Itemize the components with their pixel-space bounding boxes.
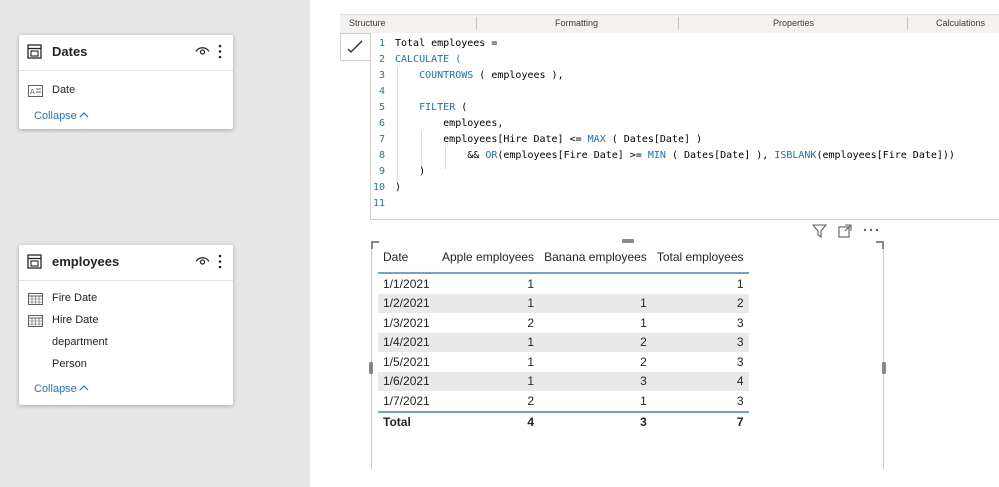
field-label: Hire Date <box>52 314 99 326</box>
collapse-link[interactable]: Collapse <box>19 106 233 128</box>
tab-calculations[interactable]: Calculations <box>936 18 985 28</box>
total-row: Total 4 3 7 <box>378 410 749 431</box>
code-colored: employees[Hire Date] <= MAX ( Dates[Date… <box>395 134 703 145</box>
more-options-icon[interactable] <box>217 253 223 270</box>
table-row: 1/1/2021 1 1 <box>383 276 744 291</box>
field-label: Person <box>52 358 87 370</box>
filter-icon[interactable] <box>812 224 827 238</box>
commit-button[interactable] <box>340 33 372 61</box>
table-name: employees <box>52 254 120 269</box>
field-row-person[interactable]: Person <box>19 354 233 376</box>
ribbon-divider <box>476 17 477 30</box>
calendar-icon <box>28 293 43 305</box>
ribbon-divider <box>907 17 908 30</box>
field-label: department <box>52 336 108 348</box>
code-line: 3 COUNTROWS ( employees ), <box>378 70 564 81</box>
code-line: 1 Total employees = <box>378 38 498 49</box>
table-row: 1/4/2021 1 2 3 <box>378 332 749 352</box>
field-label: Fire Date <box>52 292 98 304</box>
resize-corner[interactable] <box>876 241 884 249</box>
code-line: 7 employees[Hire Date] <= MAX ( Dates[Da… <box>378 134 703 145</box>
more-options-icon[interactable] <box>217 43 223 60</box>
code-colored: COUNTROWS ( employees ), <box>419 70 564 81</box>
column-header[interactable]: Date <box>378 242 437 274</box>
code-colored: FILTER ( <box>419 102 468 113</box>
field-row-department[interactable]: department <box>19 332 233 354</box>
table-card-employees[interactable]: employees Fire Date Hire Date department… <box>19 245 233 405</box>
more-options-icon[interactable] <box>863 224 879 238</box>
chevron-up-icon <box>79 112 89 118</box>
ribbon-divider <box>678 17 679 30</box>
table-row: 1/7/2021 2 1 3 <box>383 393 744 408</box>
code-line: 9 ) <box>378 166 426 177</box>
formula-editor[interactable]: 1 Total employees = 2 CALCULATE ( 3 COUN… <box>370 33 999 220</box>
code-line: 11 <box>372 198 385 209</box>
checkmark-icon <box>347 40 363 53</box>
code-line: 4 <box>378 86 385 97</box>
code-line: 10 ) <box>372 182 402 193</box>
code-line: 6 employees, <box>378 118 504 129</box>
table-card-dates[interactable]: Dates A Date Collapse <box>19 35 233 129</box>
table-row: 1/3/2021 2 1 3 <box>383 315 744 330</box>
column-header[interactable]: Apple employees <box>437 242 540 274</box>
column-header[interactable]: Total employees <box>651 242 749 274</box>
model-canvas: Dates A Date Collapse employees Fire Dat… <box>0 0 310 487</box>
table-card-header[interactable]: employees <box>19 245 233 281</box>
field-row-fire-date[interactable]: Fire Date <box>19 288 233 310</box>
text-field-icon: A <box>28 85 43 97</box>
table-icon <box>27 254 42 269</box>
table-row: 1/5/2021 1 2 3 <box>383 354 744 369</box>
table-row: 1/2/2021 1 1 2 <box>378 293 749 313</box>
eye-icon[interactable] <box>195 256 210 267</box>
matrix-table: Date Apple employees Banana employees To… <box>378 242 749 431</box>
code-line: 8 && OR(employees[Fire Date] >= MIN ( Da… <box>378 150 955 161</box>
matrix-visual[interactable]: Date Apple employees Banana employees To… <box>369 239 886 470</box>
column-header[interactable]: Banana employees <box>539 242 652 274</box>
collapse-link[interactable]: Collapse <box>19 379 233 401</box>
field-row-hire-date[interactable]: Hire Date <box>19 310 233 332</box>
code-line: 5 FILTER ( <box>378 102 468 113</box>
table-name: Dates <box>52 44 88 59</box>
code-line: 2 CALCULATE ( <box>378 54 462 65</box>
eye-icon[interactable] <box>195 46 210 57</box>
ribbon-tabs: Structure Formatting Properties Calculat… <box>340 14 999 33</box>
svg-text:A: A <box>30 88 35 96</box>
tab-formatting[interactable]: Formatting <box>555 18 598 28</box>
field-label: Date <box>52 84 76 96</box>
resize-handle-right[interactable] <box>882 362 886 374</box>
tab-properties[interactable]: Properties <box>773 18 814 28</box>
table-row: 1/6/2021 1 3 4 <box>378 371 749 391</box>
table-icon <box>27 44 42 59</box>
field-row-date[interactable]: A Date <box>19 80 233 102</box>
resize-handle-left[interactable] <box>369 362 373 374</box>
matrix-header-row: Date Apple employees Banana employees To… <box>378 242 749 274</box>
table-card-header[interactable]: Dates <box>19 35 233 71</box>
chevron-up-icon <box>79 385 89 391</box>
tab-structure[interactable]: Structure <box>349 18 386 28</box>
focus-mode-icon[interactable] <box>838 224 852 238</box>
calendar-icon <box>28 315 43 327</box>
code-colored: && OR(employees[Fire Date] >= MIN ( Date… <box>395 150 955 161</box>
